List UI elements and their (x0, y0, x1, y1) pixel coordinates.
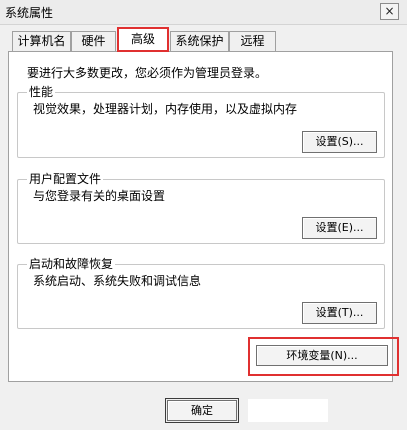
title-bar: 系统属性 × (0, 0, 407, 25)
performance-settings-button[interactable]: 设置(S)... (302, 131, 377, 153)
tab-computer-name[interactable]: 计算机名 (12, 31, 71, 51)
performance-description: 视觉效果，处理器计划，内存使用，以及虚拟内存 (33, 102, 298, 116)
obscured-area (248, 399, 328, 422)
user-profiles-description: 与您登录有关的桌面设置 (33, 189, 166, 203)
tab-system-protection[interactable]: 系统保护 (170, 31, 229, 51)
environment-variables-button[interactable]: 环境变量(N)... (256, 345, 388, 366)
close-icon[interactable]: × (380, 3, 399, 20)
window-title: 系统属性 (5, 6, 54, 20)
tab-hardware[interactable]: 硬件 (71, 31, 116, 51)
user-profiles-settings-button[interactable]: 设置(E)... (302, 217, 377, 239)
performance-title: 性能 (27, 85, 56, 99)
startup-recovery-settings-button[interactable]: 设置(T)... (302, 302, 377, 324)
startup-recovery-description: 系统启动、系统失败和调试信息 (33, 274, 202, 288)
startup-recovery-title: 启动和故障恢复 (27, 257, 116, 271)
user-profiles-title: 用户配置文件 (27, 172, 104, 186)
tab-advanced[interactable]: 高级 (117, 27, 169, 52)
admin-note-text: 要进行大多数更改，您必须作为管理员登录。 (27, 66, 268, 80)
admin-note: 要进行大多数更改，您必须作为管理员登录。 (27, 64, 267, 81)
tab-remote[interactable]: 远程 (229, 31, 276, 51)
ok-button[interactable]: 确定 (167, 400, 237, 421)
